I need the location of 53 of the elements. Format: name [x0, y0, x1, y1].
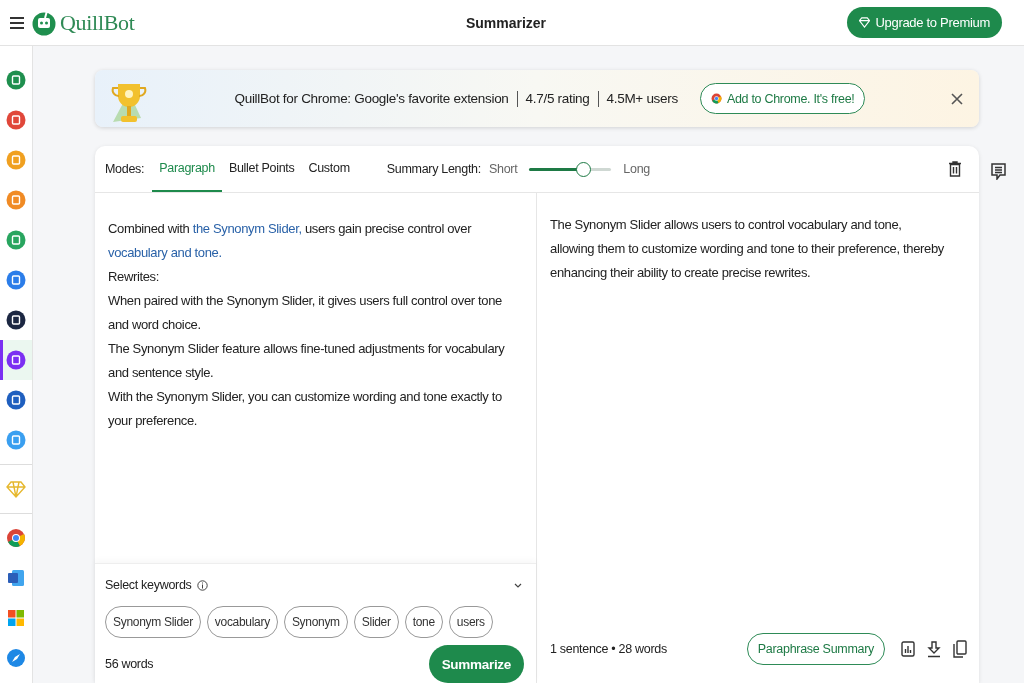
summary-text: The Synonym Slider allows users to control vocabulary and tone, allowing them to customize wording and tone to their preference, thereby enhancing their ability to create precise rewrites. [550, 216, 945, 282]
menu-icon[interactable] [10, 16, 24, 29]
text-link[interactable]: vocabulary and tone. [108, 245, 222, 260]
modes-label: Modes: [105, 162, 145, 176]
select-keywords-label: Select keywords [105, 578, 192, 592]
add-to-chrome-button[interactable]: Add to Chrome. It's free! [699, 83, 866, 114]
mode-tab[interactable]: Bullet Points [221, 146, 302, 192]
rating-text: 4.7/5 rating [525, 91, 590, 106]
notes-icon[interactable] [991, 163, 1006, 180]
input-paragraph: With the Synonym Slider, you can customize wording and tone exactly to your preference. [108, 388, 503, 430]
input-paragraph: Combined with the Synonym Slider, users gain precise control over vocabulary and tone. [108, 220, 473, 262]
mode-tab[interactable]: Paragraph [152, 146, 222, 192]
copy-icon[interactable] [953, 640, 967, 658]
keyword-chip[interactable]: Synonym [283, 606, 348, 638]
summary-stats: 1 sentence • 28 words [550, 642, 667, 656]
chrome-icon [710, 93, 722, 104]
input-paragraph: Rewrites: [108, 268, 161, 286]
keyword-chip[interactable]: Synonym Slider [105, 606, 201, 638]
keyword-chip[interactable]: users [448, 606, 493, 638]
text-link[interactable]: the Synonym Slider, [192, 221, 302, 236]
summarize-button[interactable]: Summarize [428, 645, 524, 683]
trash-icon[interactable] [949, 161, 961, 177]
summary-length-label: Summary Length: [386, 162, 481, 176]
windows-logo-icon[interactable] [6, 608, 26, 628]
word-count: 56 words [105, 657, 154, 671]
paraphrase-summary-button[interactable]: Paraphrase Summary [746, 633, 885, 665]
promo-message: QuillBot for Chrome: Google's favorite extension [234, 91, 509, 106]
keyword-chip[interactable]: tone [404, 606, 443, 638]
length-slider[interactable] [529, 161, 612, 177]
short-label: Short [488, 162, 518, 176]
tool-icon[interactable] [6, 350, 26, 370]
logo-text[interactable]: QuillBot [60, 9, 135, 36]
page-title: Summarizer [464, 14, 548, 31]
upgrade-button[interactable]: Upgrade to Premium [847, 7, 1002, 38]
close-icon[interactable] [951, 92, 963, 105]
keyword-chip[interactable]: vocabulary [206, 606, 278, 638]
slider-thumb[interactable] [576, 161, 592, 177]
chevron-down-icon[interactable] [514, 582, 522, 588]
bar-chart-icon[interactable] [901, 641, 915, 657]
users-count: 4.5M+ users [606, 91, 678, 106]
diamond-icon [859, 17, 871, 28]
input-paragraph: The Synonym Slider feature allows fine-tuned adjustments for vocabulary and sentence style. [108, 340, 506, 382]
download-icon[interactable] [927, 640, 941, 658]
tool-icon[interactable] [6, 390, 26, 410]
tool-icon[interactable] [6, 310, 26, 330]
input-paragraph: When paired with the Synonym Slider, it gives users full control over tone and word choice. [108, 292, 503, 334]
long-label: Long [623, 162, 650, 176]
word-icon[interactable] [6, 568, 26, 588]
compass-icon[interactable] [6, 648, 26, 668]
chrome-icon[interactable] [6, 528, 26, 548]
keyword-chip[interactable]: Slider [353, 606, 399, 638]
info-icon[interactable] [196, 579, 208, 591]
mode-tab[interactable]: Custom [301, 146, 357, 192]
